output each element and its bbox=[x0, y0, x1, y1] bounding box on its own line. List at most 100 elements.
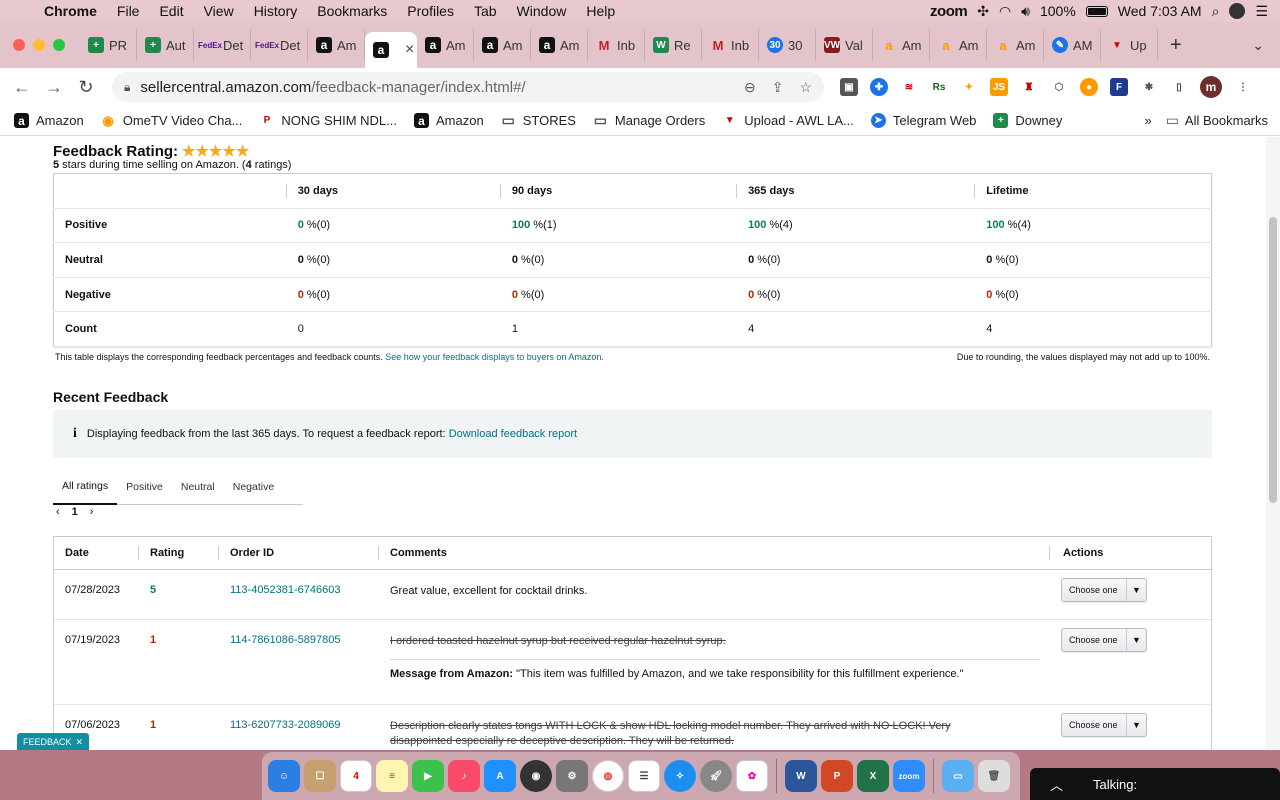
current-page[interactable]: 1 bbox=[72, 506, 78, 518]
tab-11[interactable]: M Inb bbox=[702, 29, 759, 61]
notes-icon[interactable]: ≡ bbox=[376, 760, 408, 792]
tab-6[interactable]: a Am bbox=[417, 29, 474, 61]
safari-icon[interactable]: ✧ bbox=[664, 760, 696, 792]
prev-page-chevron-icon[interactable]: ‹ bbox=[56, 506, 60, 518]
bookmark-5[interactable]: ▭ Manage Orders bbox=[593, 112, 705, 128]
more-bookmarks-icon[interactable]: » bbox=[1144, 113, 1151, 128]
tab-9[interactable]: M Inb bbox=[588, 29, 645, 61]
tab-2[interactable]: FedEx Det bbox=[194, 29, 251, 61]
system-settings-icon[interactable]: ⚙ bbox=[556, 760, 588, 792]
zoom-status-icon[interactable]: zoom bbox=[930, 3, 968, 20]
profile-avatar[interactable]: m bbox=[1200, 76, 1222, 98]
close-icon[interactable]: ✕ bbox=[75, 737, 83, 748]
launchpad-icon[interactable]: 🚀︎ bbox=[700, 760, 732, 792]
menu-tab[interactable]: Tab bbox=[464, 3, 507, 19]
tab-negative[interactable]: Negative bbox=[224, 470, 283, 505]
bookmark-0[interactable]: a Amazon bbox=[14, 113, 84, 128]
trash-icon[interactable]: 🗑︎ bbox=[978, 760, 1010, 792]
facetime-icon[interactable]: ▶ bbox=[412, 760, 444, 792]
menu-window[interactable]: Window bbox=[507, 3, 577, 19]
zoom-window-button[interactable] bbox=[53, 39, 65, 51]
extension-js-icon[interactable]: JS bbox=[990, 78, 1008, 96]
tab-all-ratings[interactable]: All ratings bbox=[53, 470, 118, 505]
order-id-link[interactable]: 114-7861086-5897805 bbox=[230, 634, 341, 646]
extensions-puzzle-icon[interactable]: ✱ bbox=[1140, 78, 1158, 96]
battery-percent[interactable]: 100% bbox=[1040, 3, 1076, 19]
downloads-folder-icon[interactable]: ▭ bbox=[942, 760, 974, 792]
menubar-clock[interactable]: Wed 7:03 AM bbox=[1118, 3, 1202, 19]
calendar-icon[interactable]: 4 bbox=[340, 760, 372, 792]
tab-5[interactable]: a × bbox=[365, 32, 417, 68]
tab-13[interactable]: VW Val bbox=[816, 29, 873, 61]
excel-icon[interactable]: X bbox=[857, 760, 889, 792]
menu-profiles[interactable]: Profiles bbox=[397, 3, 464, 19]
extension-circle-icon[interactable]: ● bbox=[1080, 78, 1098, 96]
tab-17[interactable]: ✎ AM bbox=[1044, 29, 1101, 61]
menu-edit[interactable]: Edit bbox=[149, 3, 193, 19]
extension-star-icon[interactable]: ✦ bbox=[960, 78, 978, 96]
contacts-icon[interactable]: ☐ bbox=[304, 760, 336, 792]
spotlight-search-icon[interactable]: ⌕ bbox=[1212, 3, 1220, 20]
powerpoint-icon[interactable]: P bbox=[821, 760, 853, 792]
chevron-up-icon[interactable]: ︿ bbox=[1050, 775, 1063, 794]
tab-1[interactable]: + Aut bbox=[137, 29, 194, 61]
feedback-display-link[interactable]: See how your feedback displays to buyers… bbox=[385, 352, 604, 362]
siri-icon[interactable] bbox=[1229, 3, 1246, 19]
actions-dropdown[interactable]: Choose one ▼ bbox=[1061, 578, 1147, 602]
bookmark-star-icon[interactable]: ☆ bbox=[799, 79, 812, 96]
tab-positive[interactable]: Positive bbox=[117, 470, 172, 505]
all-bookmarks-button[interactable]: ▭ All Bookmarks bbox=[1166, 112, 1268, 129]
tab-8[interactable]: a Am bbox=[531, 29, 588, 61]
scrollbar-thumb[interactable] bbox=[1269, 217, 1277, 503]
new-tab-button[interactable]: + bbox=[1158, 34, 1194, 57]
siri-dock-icon[interactable]: ◉ bbox=[520, 760, 552, 792]
menu-file[interactable]: File bbox=[107, 3, 150, 19]
bookmark-3[interactable]: a Amazon bbox=[414, 113, 484, 128]
bookmark-4[interactable]: ▭ STORES bbox=[501, 112, 576, 128]
extension-sales-icon[interactable]: ≋ bbox=[900, 78, 918, 96]
tab-15[interactable]: a Am bbox=[930, 29, 987, 61]
word-icon[interactable]: W bbox=[785, 760, 817, 792]
extension-off-icon[interactable]: ▣ bbox=[840, 78, 858, 96]
tab-search-chevron-icon[interactable]: ⌄ bbox=[1252, 37, 1280, 54]
wifi-icon[interactable]: ◠ bbox=[999, 3, 1011, 20]
battery-icon[interactable] bbox=[1085, 5, 1108, 17]
zoom-dock-icon[interactable]: zoom bbox=[893, 760, 925, 792]
reload-icon[interactable]: ↻ bbox=[70, 77, 102, 98]
tab-4[interactable]: a Am bbox=[308, 29, 365, 61]
next-page-chevron-icon[interactable]: › bbox=[90, 506, 94, 518]
feedback-widget-tab[interactable]: FEEDBACK ✕ bbox=[17, 733, 89, 751]
extension-off2-icon[interactable]: ♜ bbox=[1020, 78, 1038, 96]
tab-18[interactable]: ▼ Up bbox=[1101, 29, 1158, 61]
forward-arrow-icon[interactable]: → bbox=[38, 77, 70, 98]
music-icon[interactable]: ♪ bbox=[448, 760, 480, 792]
bluetooth-icon[interactable]: ✣ bbox=[977, 3, 989, 20]
reminders-icon[interactable]: ☰ bbox=[628, 760, 660, 792]
extension-blue-icon[interactable]: ✚ bbox=[870, 78, 888, 96]
address-bar[interactable]: 🔒︎ sellercentral.amazon.com/feedback-man… bbox=[112, 72, 824, 102]
tab-14[interactable]: a Am bbox=[873, 29, 930, 61]
tab-3[interactable]: FedEx Det bbox=[251, 29, 308, 61]
tab-neutral[interactable]: Neutral bbox=[172, 470, 224, 505]
extension-f-icon[interactable]: F bbox=[1110, 78, 1128, 96]
download-report-link[interactable]: Download feedback report bbox=[449, 428, 577, 440]
finder-icon[interactable]: ☺ bbox=[268, 760, 300, 792]
menu-app-name[interactable]: Chrome bbox=[34, 3, 107, 19]
close-window-button[interactable] bbox=[13, 39, 25, 51]
order-id-link[interactable]: 113-6207733-2089069 bbox=[230, 719, 341, 731]
menu-help[interactable]: Help bbox=[576, 3, 625, 19]
order-id-link[interactable]: 113-4052381-6746603 bbox=[230, 584, 341, 596]
zoom-magnifier-icon[interactable]: ⊖ bbox=[744, 79, 756, 96]
bookmark-2[interactable]: P NONG SHIM NDL... bbox=[259, 113, 397, 128]
menu-history[interactable]: History bbox=[244, 3, 308, 19]
close-tab-icon[interactable]: × bbox=[405, 41, 414, 59]
tab-10[interactable]: W Re bbox=[645, 29, 702, 61]
actions-dropdown[interactable]: Choose one ▼ bbox=[1061, 628, 1147, 652]
photos-icon[interactable]: ✿ bbox=[736, 760, 768, 792]
menu-view[interactable]: View bbox=[194, 3, 244, 19]
side-panel-icon[interactable]: ▯ bbox=[1170, 78, 1188, 96]
bookmark-6[interactable]: ▼ Upload - AWL LA... bbox=[722, 113, 854, 128]
back-arrow-icon[interactable]: ← bbox=[6, 77, 38, 98]
volume-icon[interactable]: 🔊︎ bbox=[1021, 3, 1030, 20]
chrome-menu-icon[interactable]: ⋮ bbox=[1234, 78, 1252, 96]
